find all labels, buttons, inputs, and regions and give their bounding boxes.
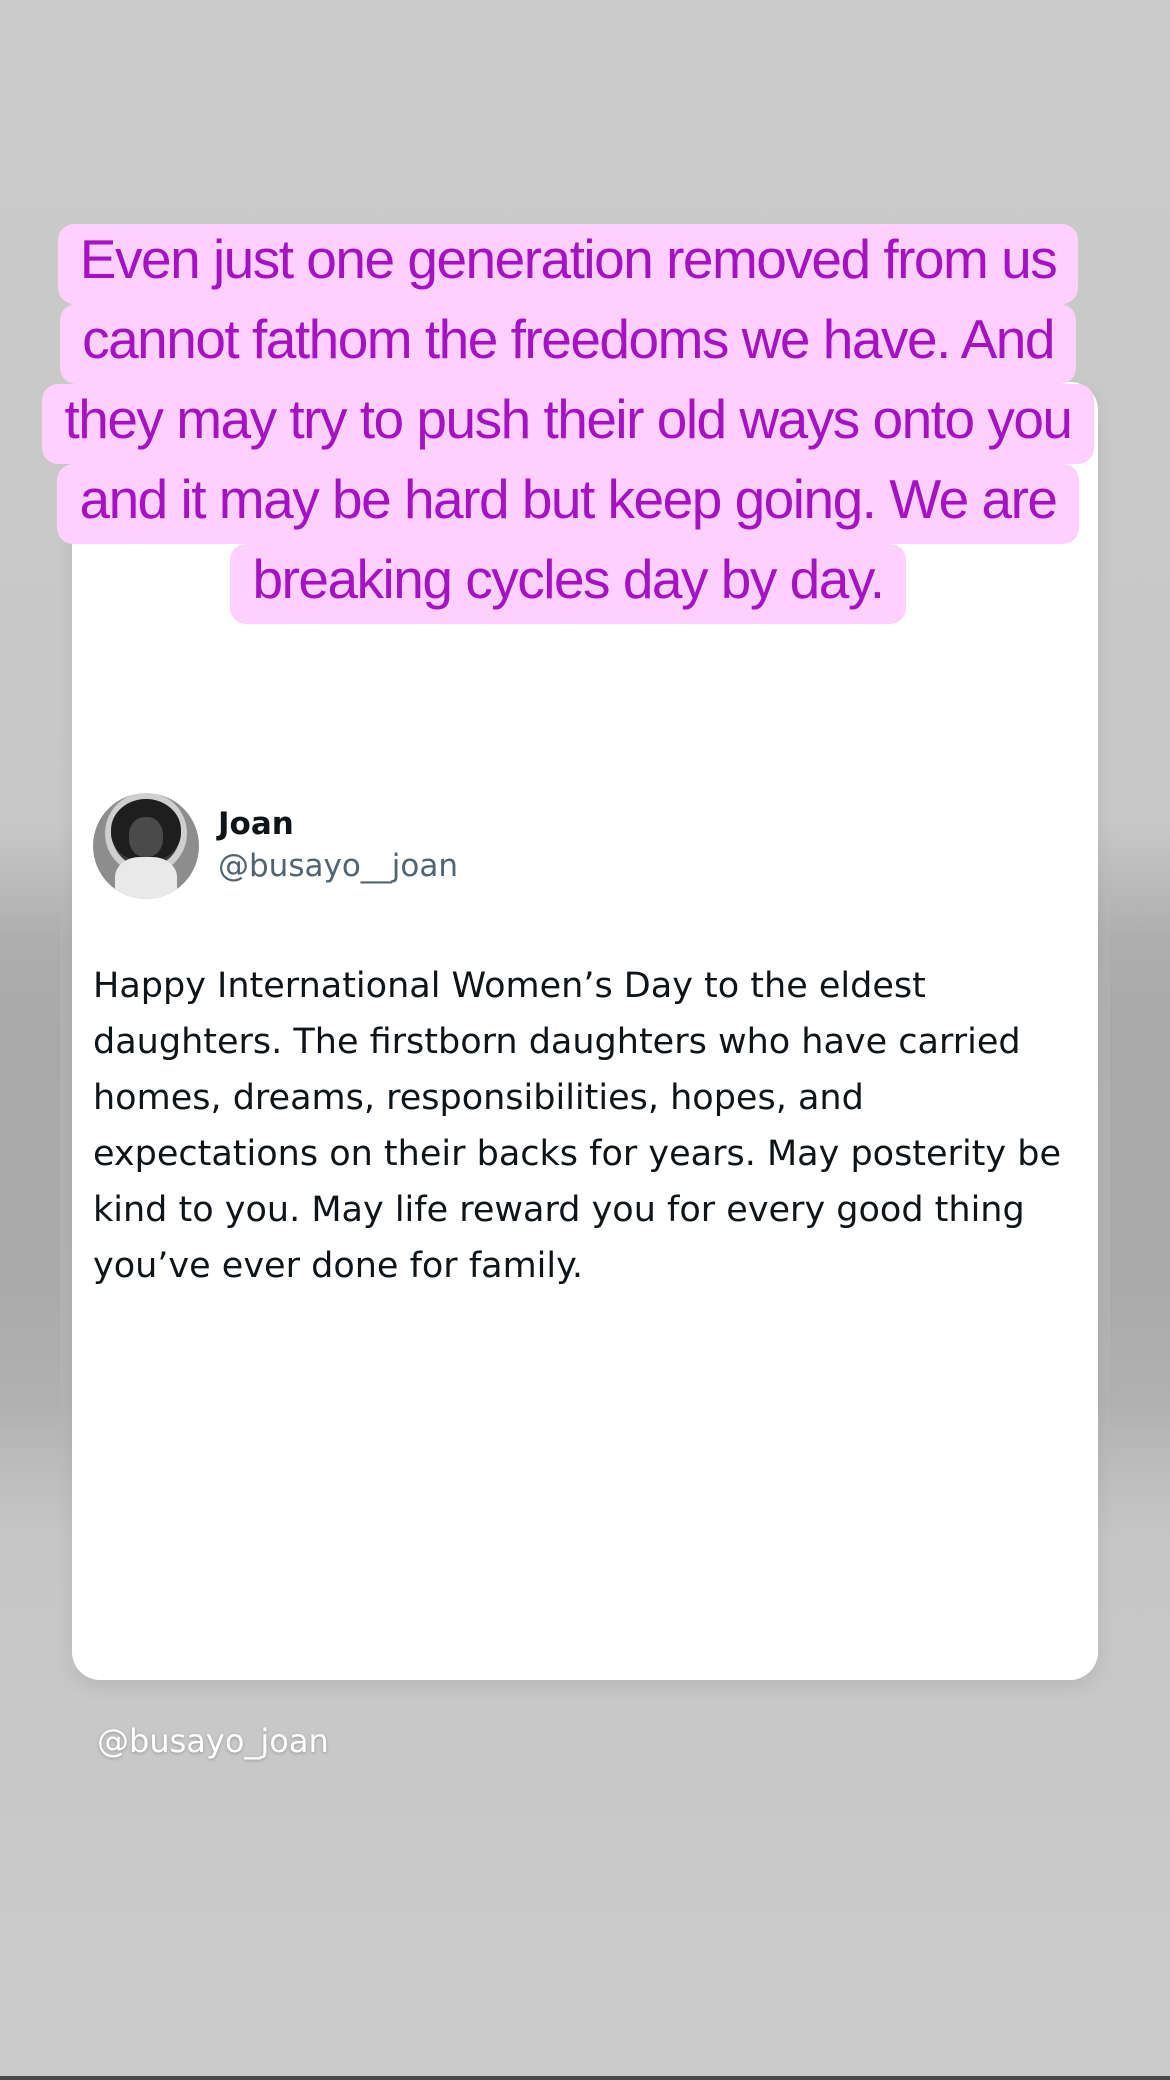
author-display-name[interactable]: Joan: [218, 804, 458, 844]
avatar-face-shape: [129, 817, 163, 857]
caption-text: Even just one generation removed from us…: [42, 224, 1094, 624]
avatar[interactable]: [93, 793, 199, 899]
watermark-handle[interactable]: @busayo_joan: [97, 1722, 329, 1760]
avatar-body-shape: [115, 857, 177, 899]
caption-sticker[interactable]: Even just one generation removed from us…: [38, 219, 1098, 624]
author-handle[interactable]: @busayo__joan: [218, 844, 458, 888]
bottom-edge-line: [0, 2076, 1170, 2080]
background-shade-right: [1110, 840, 1170, 1480]
tweet-author[interactable]: Joan @busayo__joan: [93, 793, 458, 899]
author-names: Joan @busayo__joan: [218, 804, 458, 888]
background-shade-left: [0, 840, 60, 1480]
tweet-text: Happy International Women’s Day to the e…: [93, 966, 1061, 1286]
